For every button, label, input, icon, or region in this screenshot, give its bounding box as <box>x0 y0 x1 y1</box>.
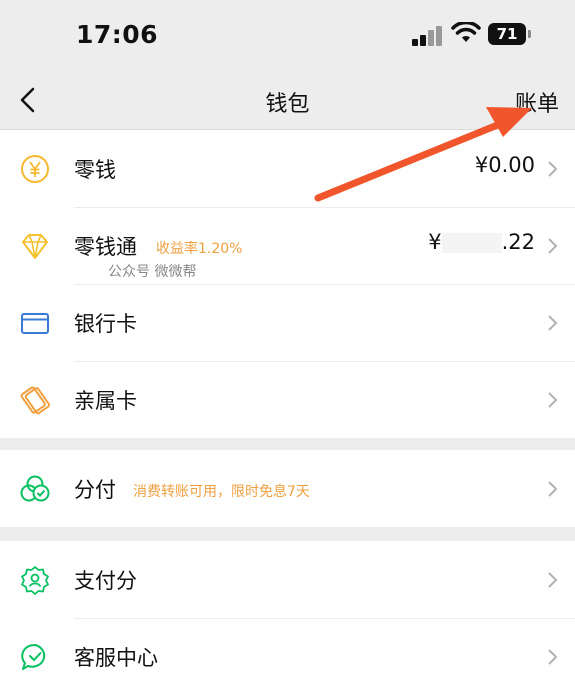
chevron-right-icon <box>548 572 558 588</box>
fenfu-icon <box>20 475 50 502</box>
list-item-label: 亲属卡 <box>74 389 137 413</box>
change-balance: ¥0.00 <box>474 153 535 177</box>
nav-bar: 钱包 账单 <box>0 70 575 130</box>
list-item-label: 银行卡 <box>74 312 137 336</box>
balance-prefix: ¥ <box>428 230 442 254</box>
bill-button[interactable]: 账单 <box>515 86 559 118</box>
list-item-change[interactable]: 零钱 ¥0.00 <box>0 130 575 207</box>
fenfu-promo-text: 消费转账可用，限时免息7天 <box>133 484 310 500</box>
redacted-amount <box>441 233 502 253</box>
chevron-right-icon <box>548 238 558 254</box>
list-item-fenfu[interactable]: 分付 消费转账可用，限时免息7天 <box>0 450 575 527</box>
list-item-label: 零钱 <box>74 158 116 182</box>
wifi-icon <box>451 22 481 42</box>
battery-icon: 71 <box>488 23 526 45</box>
chevron-right-icon <box>548 649 558 665</box>
list-item-bank-card[interactable]: 银行卡 <box>0 284 575 361</box>
list-item-label: 分付 <box>74 478 116 502</box>
chevron-right-icon <box>548 161 558 177</box>
cellular-signal-icon <box>412 24 444 46</box>
wallet-group: 零钱 ¥0.00 零钱通 收益率1.20% ¥ .22 公众号 微微帮 银行卡 亲… <box>0 130 575 438</box>
family-card-icon <box>20 386 50 415</box>
list-item-family-card[interactable]: 亲属卡 <box>0 361 575 438</box>
status-time: 17:06 <box>76 20 159 49</box>
pay-score-icon <box>21 566 49 595</box>
fenfu-group: 分付 消费转账可用，限时免息7天 <box>0 450 575 527</box>
chevron-right-icon <box>548 315 558 331</box>
customer-service-icon <box>21 643 46 670</box>
list-item-label: 零钱通 <box>74 235 137 259</box>
yen-coin-icon <box>21 155 49 183</box>
list-item-label: 支付分 <box>74 569 137 593</box>
yield-rate-text: 收益率1.20% <box>156 241 243 257</box>
services-group: 支付分 客服中心 <box>0 541 575 700</box>
list-item-pay-score[interactable]: 支付分 <box>0 541 575 618</box>
lingqiantong-balance: ¥ .22 <box>428 230 535 254</box>
chevron-right-icon <box>548 481 558 497</box>
bank-card-icon <box>21 313 49 334</box>
chevron-right-icon <box>548 392 558 408</box>
balance-suffix: .22 <box>501 230 535 254</box>
list-item-lingqiantong[interactable]: 零钱通 收益率1.20% ¥ .22 公众号 微微帮 <box>0 207 575 284</box>
diamond-icon <box>22 234 48 259</box>
page-title: 钱包 <box>265 92 310 117</box>
watermark-text: 公众号 微微帮 <box>108 264 197 280</box>
list-item-customer-service[interactable]: 客服中心 <box>0 618 575 695</box>
battery-tip <box>528 30 531 38</box>
status-bar: 17:06 71 <box>0 0 575 70</box>
list-item-label: 客服中心 <box>74 646 158 670</box>
